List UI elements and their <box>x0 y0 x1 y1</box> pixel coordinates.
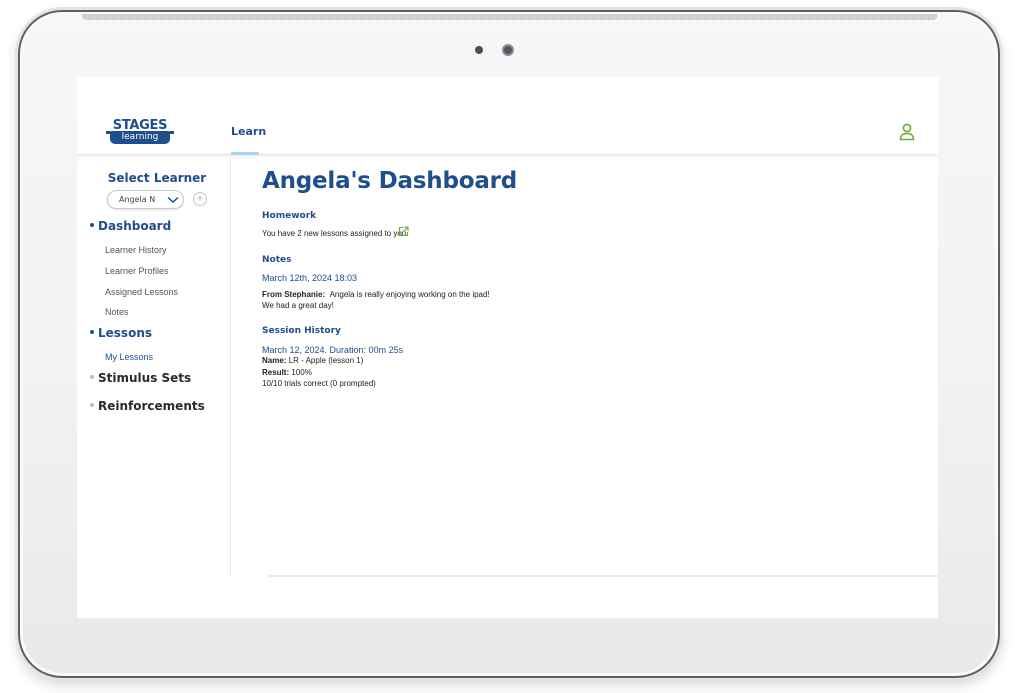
menu-reinforcements-label: Reinforcements <box>98 399 205 413</box>
session-summary[interactable]: March 12, 2024. Duration: 00m 25s <box>262 345 403 355</box>
active-tab-indicator <box>231 152 259 155</box>
session-trials: 10/10 trials correct (0 prompted) <box>262 379 376 388</box>
menu-notes[interactable]: Notes <box>105 307 129 317</box>
learner-dropdown-value: Angela N <box>119 195 156 204</box>
front-camera <box>502 44 514 56</box>
menu-learner-history[interactable]: Learner History <box>105 245 167 255</box>
light-sensor <box>475 46 483 54</box>
bullet-icon <box>90 374 94 379</box>
session-name: Name: LR - Apple (lesson 1) <box>262 356 363 365</box>
session-name-value: LR - Apple (lesson 1) <box>288 356 364 365</box>
bullet-icon <box>90 222 94 227</box>
learner-dropdown[interactable]: Angela N <box>107 190 184 209</box>
user-profile-icon[interactable] <box>899 123 915 141</box>
session-history-heading: Session History <box>262 326 341 336</box>
menu-lessons-label: Lessons <box>98 326 152 340</box>
add-learner-button[interactable]: + <box>193 192 207 206</box>
homework-text: You have 2 new lessons assigned to you. <box>262 229 409 238</box>
menu-stimulus-sets-label: Stimulus Sets <box>98 371 192 385</box>
session-result: Result: 100% <box>262 368 312 377</box>
menu-my-lessons[interactable]: My Lessons <box>105 352 153 362</box>
nav-tab-learn[interactable]: Learn <box>231 125 266 138</box>
notes-heading: Notes <box>262 255 292 265</box>
session-name-label: Name: <box>262 356 287 365</box>
top-header: STAGES learning Learn <box>77 77 938 155</box>
menu-dashboard[interactable]: Dashboard <box>90 219 171 233</box>
note-line-1: From Stephanie: Angela is really enjoyin… <box>262 290 490 299</box>
session-result-label: Result: <box>262 368 290 377</box>
menu-reinforcements[interactable]: Reinforcements <box>90 399 205 413</box>
menu-lessons[interactable]: Lessons <box>90 326 152 340</box>
note-line-2: We had a great day! <box>262 301 334 310</box>
menu-learner-profiles[interactable]: Learner Profiles <box>105 266 169 276</box>
note-date: March 12th, 2024 18:03 <box>262 273 358 283</box>
session-result-value: 100% <box>291 368 312 377</box>
note-message: Angela is really enjoying working on the… <box>329 290 490 299</box>
bullet-icon <box>90 402 94 407</box>
footer-divider <box>268 575 938 577</box>
select-learner-title: Select Learner <box>107 171 207 185</box>
menu-stimulus-sets[interactable]: Stimulus Sets <box>90 371 191 385</box>
menu-assigned-lessons[interactable]: Assigned Lessons <box>105 287 178 297</box>
chevron-down-icon <box>167 196 179 204</box>
bullet-icon <box>90 329 94 334</box>
stages-learning-logo[interactable]: STAGES learning <box>106 119 174 145</box>
app-screen: STAGES learning Learn Select Learner Ang… <box>77 77 938 618</box>
sidebar: Select Learner Angela N + Dashboard Lear… <box>77 156 231 576</box>
homework-heading: Homework <box>262 211 317 221</box>
menu-dashboard-label: Dashboard <box>98 219 172 233</box>
logo-subtitle: learning <box>106 131 174 144</box>
external-link-icon[interactable] <box>398 226 409 237</box>
speaker-grille <box>82 14 937 20</box>
note-author: From Stephanie: <box>262 290 326 299</box>
page-title: Angela's Dashboard <box>262 168 518 194</box>
